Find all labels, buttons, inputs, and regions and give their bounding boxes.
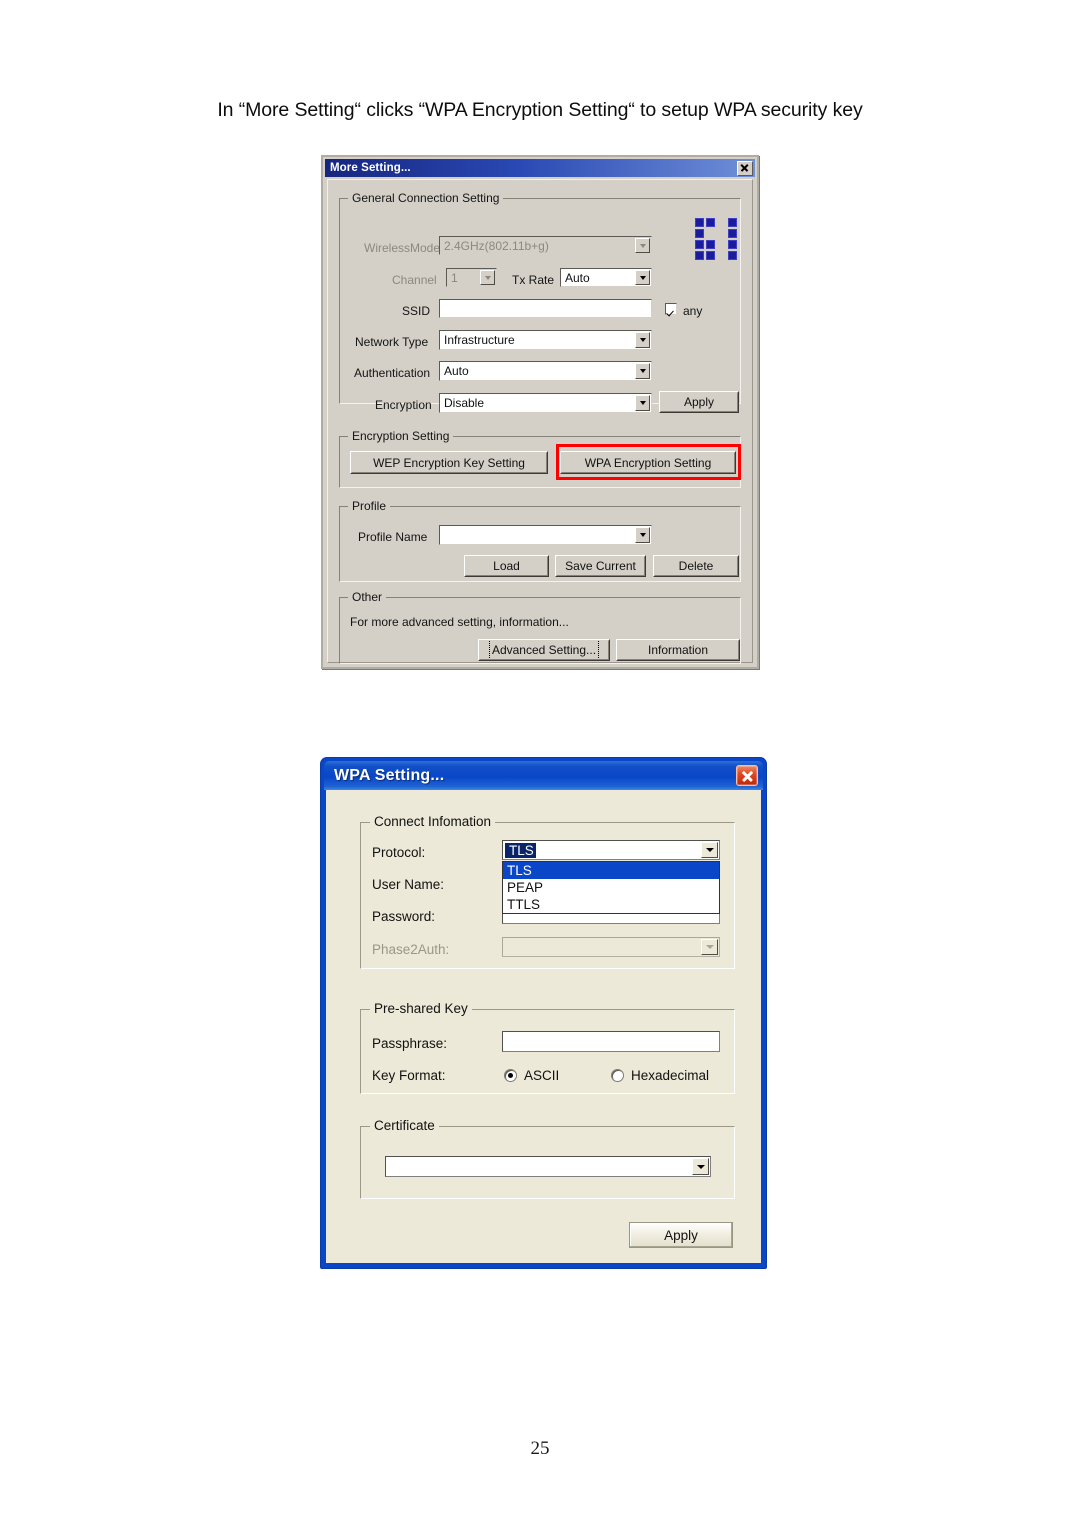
profile-group-legend: Profile — [348, 499, 391, 513]
brand-logo-icon — [695, 218, 737, 260]
other-group-legend: Other — [348, 590, 387, 604]
chevron-down-icon[interactable] — [692, 1158, 709, 1175]
chevron-down-icon[interactable] — [701, 842, 718, 858]
ssid-input[interactable] — [439, 299, 652, 318]
phase2auth-label: Phase2Auth: — [372, 942, 450, 957]
any-label: any — [683, 304, 703, 318]
chevron-down-icon[interactable] — [635, 363, 650, 379]
close-icon[interactable] — [736, 765, 758, 786]
certificate-combo[interactable] — [385, 1156, 711, 1177]
protocol-option-tls[interactable]: TLS — [503, 862, 719, 879]
more-setting-titlebar: More Setting... — [325, 159, 755, 177]
phase2auth-combo[interactable] — [502, 937, 720, 957]
channel-value: 1 — [451, 270, 458, 285]
wpa-setting-dialog: WPA Setting... Connect Infomation Protoc… — [320, 757, 767, 1269]
wpa-setting-body: Connect Infomation Protocol: TLS TLS PEA… — [326, 790, 761, 1263]
preshared-group-legend: Pre-shared Key — [370, 1001, 472, 1016]
key-format-hexadecimal-radio[interactable] — [611, 1069, 624, 1082]
wireless-mode-label: WirelessMode — [364, 241, 441, 255]
chevron-down-icon[interactable] — [635, 395, 650, 411]
wpa-encryption-setting-button[interactable]: WPA Encryption Setting — [560, 451, 736, 474]
protocol-value: TLS — [505, 842, 536, 858]
certificate-group-legend: Certificate — [370, 1118, 439, 1133]
channel-combo[interactable]: 1 — [446, 268, 497, 287]
network-type-combo[interactable]: Infrastructure — [439, 330, 652, 350]
page-number: 25 — [530, 1438, 550, 1459]
network-type-value: Infrastructure — [444, 333, 515, 347]
wpa-setting-title: WPA Setting... — [334, 766, 445, 784]
authentication-label: Authentication — [354, 366, 431, 380]
wpa-apply-button[interactable]: Apply — [629, 1222, 733, 1248]
protocol-label: Protocol: — [372, 845, 426, 860]
advanced-setting-button-label: Advanced Setting... — [488, 640, 600, 660]
apply-button-label: Apply — [683, 395, 715, 409]
tx-rate-label: Tx Rate — [512, 273, 555, 287]
apply-button[interactable]: Apply — [659, 391, 739, 413]
key-format-hexadecimal-label: Hexadecimal — [631, 1068, 710, 1083]
key-format-label: Key Format: — [372, 1068, 446, 1083]
save-current-button[interactable]: Save Current — [555, 555, 646, 577]
encryption-label: Encryption — [375, 398, 432, 412]
information-button[interactable]: Information — [616, 639, 740, 661]
more-setting-title: More Setting... — [330, 162, 411, 174]
any-checkbox[interactable] — [665, 303, 677, 315]
advanced-setting-button[interactable]: Advanced Setting... — [478, 639, 610, 661]
encryption-group-legend: Encryption Setting — [348, 429, 454, 443]
information-button-label: Information — [647, 643, 709, 657]
profile-name-label: Profile Name — [358, 530, 428, 544]
wireless-mode-value: 2.4GHz(802.11b+g) — [444, 238, 549, 253]
passphrase-input[interactable] — [502, 1031, 720, 1052]
protocol-combo[interactable]: TLS — [502, 840, 720, 860]
protocol-dropdown-list[interactable]: TLS PEAP TTLS — [502, 861, 720, 914]
protocol-option-ttls[interactable]: TTLS — [503, 896, 719, 913]
page-caption: In “More Setting“ clicks “WPA Encryption… — [217, 99, 863, 121]
tx-rate-value: Auto — [565, 270, 590, 285]
encryption-combo[interactable]: Disable — [439, 393, 652, 413]
network-type-label: Network Type — [355, 335, 429, 349]
wpa-apply-button-label: Apply — [664, 1227, 698, 1243]
close-icon[interactable] — [737, 160, 753, 176]
tx-rate-combo[interactable]: Auto — [560, 268, 652, 287]
channel-label: Channel — [392, 273, 437, 287]
user-name-label: User Name: — [372, 877, 445, 892]
load-button[interactable]: Load — [464, 555, 549, 577]
encryption-value: Disable — [444, 396, 485, 410]
wep-button-label: WEP Encryption Key Setting — [373, 455, 525, 470]
other-description: For more advanced setting, information..… — [350, 615, 569, 629]
password-label: Password: — [372, 909, 436, 924]
more-setting-body: General Connection Setting WirelessMode … — [327, 179, 753, 664]
connect-group-legend: Connect Infomation — [370, 814, 496, 829]
chevron-down-icon[interactable] — [635, 527, 650, 543]
key-format-ascii-label: ASCII — [524, 1068, 560, 1083]
general-group-legend: General Connection Setting — [348, 191, 504, 205]
key-format-ascii-radio[interactable] — [504, 1069, 517, 1082]
authentication-combo[interactable]: Auto — [439, 361, 652, 381]
save-current-button-label: Save Current — [565, 559, 636, 573]
authentication-value: Auto — [444, 364, 469, 378]
chevron-down-icon[interactable] — [635, 270, 650, 285]
wireless-mode-combo[interactable]: 2.4GHz(802.11b+g) — [439, 236, 652, 255]
chevron-down-icon[interactable] — [635, 238, 650, 253]
delete-button[interactable]: Delete — [653, 555, 739, 577]
delete-button-label: Delete — [678, 559, 714, 573]
chevron-down-icon[interactable] — [480, 270, 495, 285]
wpa-button-label: WPA Encryption Setting — [584, 455, 712, 470]
passphrase-label: Passphrase: — [372, 1036, 448, 1051]
load-button-label: Load — [493, 559, 520, 573]
wpa-setting-titlebar: WPA Setting... — [324, 761, 763, 790]
more-setting-dialog: More Setting... General Connection Setti… — [321, 155, 759, 669]
chevron-down-icon[interactable] — [701, 939, 718, 955]
chevron-down-icon[interactable] — [635, 332, 650, 348]
profile-name-combo[interactable] — [439, 525, 652, 545]
protocol-option-peap[interactable]: PEAP — [503, 879, 719, 896]
ssid-label: SSID — [402, 304, 431, 318]
wep-encryption-key-setting-button[interactable]: WEP Encryption Key Setting — [350, 451, 548, 474]
